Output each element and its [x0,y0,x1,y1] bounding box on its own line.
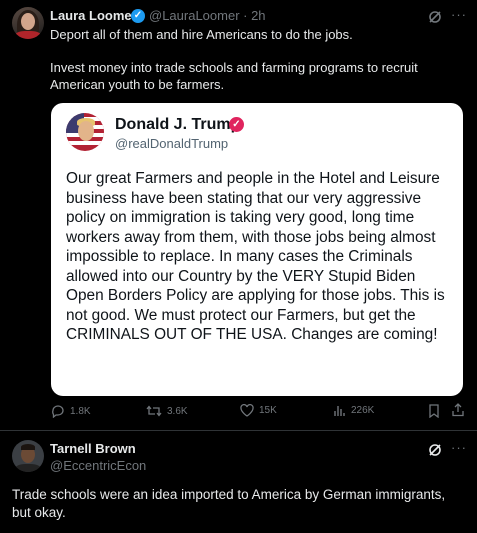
avatar[interactable] [12,7,44,39]
verified-check-icon: ✓ [229,117,244,132]
author-handle-time[interactable]: @LauraLoomer · 2h [149,8,266,23]
reply-button[interactable]: 1.8K [51,404,91,418]
view-count: 226K [351,405,375,416]
reply-count: 1.8K [70,405,91,417]
quoted-author-handle[interactable]: @realDonaldTrump [115,136,228,151]
bookmark-icon[interactable] [428,404,440,418]
more-options-button[interactable]: ··· [451,7,467,22]
quoted-post-card[interactable]: Donald J. Trump ✓ @realDonaldTrump Our g… [51,103,463,396]
repost-icon [146,405,162,417]
quoted-author-name[interactable]: Donald J. Trump [115,116,240,134]
like-count: 15K [259,405,277,416]
post-text-para2: Invest money into trade schools and farm… [50,60,418,92]
avatar[interactable] [12,440,44,472]
post-divider [0,430,477,431]
like-button[interactable]: 15K [240,404,277,417]
author-name[interactable]: Laura Loomer [50,8,137,23]
reply-author-handle[interactable]: @EccentricEcon [50,458,146,473]
avatar[interactable] [66,113,104,151]
quoted-post-body: Our great Farmers and people in the Hote… [66,170,445,343]
repost-button[interactable]: 3.6K [146,404,188,418]
heart-icon [240,404,254,417]
post-text-line1: Deport all of them and hire Americans to… [50,27,353,42]
repost-count: 3.6K [167,405,188,417]
share-icon[interactable] [451,403,465,417]
reply-icon [52,405,64,418]
more-options-button[interactable]: ··· [451,440,467,455]
reply-author-name[interactable]: Tarnell Brown [50,441,136,456]
reply-text: Trade schools were an idea imported to A… [12,487,446,520]
views-button[interactable]: 226K [333,404,374,417]
grok-icon[interactable] [428,443,442,457]
verified-check-icon: ✓ [131,9,145,23]
views-icon [334,406,345,416]
grok-icon[interactable] [428,10,442,24]
